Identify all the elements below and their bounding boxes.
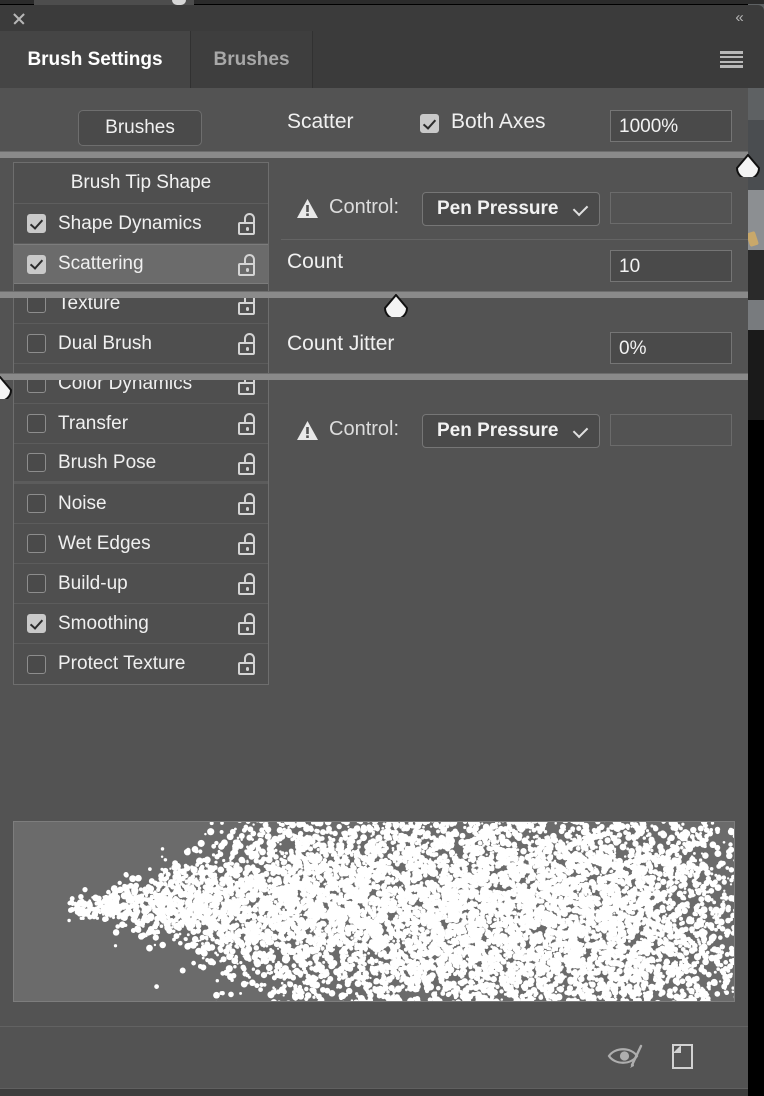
eye-brush-icon[interactable]	[607, 1043, 649, 1071]
checkbox-scattering[interactable]	[27, 254, 46, 274]
option-label: Brush Pose	[58, 451, 157, 473]
unlocked-icon[interactable]	[238, 453, 256, 475]
panel-footer	[0, 1026, 748, 1089]
option-label: Smoothing	[58, 612, 149, 634]
option-row-build-up[interactable]: Build-up	[14, 564, 268, 604]
checkbox-both-axes[interactable]	[420, 114, 439, 133]
chevron-down-icon	[572, 422, 589, 439]
panel-title-bar: «	[0, 5, 764, 31]
checkbox-protect-texture[interactable]	[27, 654, 46, 674]
checkbox-wet-edges[interactable]	[27, 534, 46, 553]
brushes-button[interactable]: Brushes	[78, 110, 202, 146]
count-jitter-slider-thumb[interactable]	[0, 376, 13, 399]
warning-icon	[296, 420, 319, 441]
scatter-control-dropdown[interactable]: Pen Pressure	[422, 192, 600, 226]
count-setting-row: Count 10	[287, 250, 732, 284]
unlocked-icon[interactable]	[238, 254, 256, 276]
control-label: Control:	[329, 418, 400, 440]
unlocked-icon[interactable]	[238, 413, 256, 435]
option-label: Wet Edges	[58, 532, 151, 554]
scatter-setting-row: Scatter Both Axes 1000%	[287, 110, 732, 144]
option-row-transfer[interactable]: Transfer	[14, 404, 268, 444]
scatter-control-value: Pen Pressure	[437, 198, 559, 219]
unlocked-icon[interactable]	[238, 493, 256, 515]
scatter-label: Scatter	[287, 110, 354, 133]
hamburger-menu-icon[interactable]	[720, 51, 743, 68]
count-jitter-control-dropdown[interactable]: Pen Pressure	[422, 414, 600, 448]
unlocked-icon[interactable]	[238, 213, 256, 235]
count-jitter-value-input[interactable]: 0%	[610, 332, 732, 364]
option-row-protect-texture[interactable]: Protect Texture	[14, 644, 268, 684]
checkbox-transfer[interactable]	[27, 414, 46, 433]
option-row-scattering[interactable]: Scattering	[14, 244, 268, 284]
option-row-wet-edges[interactable]: Wet Edges	[14, 524, 268, 564]
both-axes-label: Both Axes	[451, 110, 546, 133]
unlocked-icon[interactable]	[238, 573, 256, 595]
option-label: Dual Brush	[58, 332, 152, 354]
tab-brushes[interactable]: Brushes	[191, 31, 313, 88]
brush-stroke-preview	[13, 821, 735, 1002]
tab-brush-settings[interactable]: Brush Settings	[0, 31, 191, 88]
count-slider-thumb[interactable]	[383, 294, 409, 317]
scatter-slider[interactable]	[0, 151, 760, 177]
count-value-input[interactable]: 10	[610, 250, 732, 282]
scatter-control-value-box[interactable]	[610, 192, 732, 224]
scatter-control-row: Control: Pen Pressure	[287, 192, 732, 226]
count-jitter-control-value-box[interactable]	[610, 414, 732, 446]
section-divider	[281, 239, 748, 240]
count-label: Count	[287, 250, 344, 273]
unlocked-icon[interactable]	[238, 613, 256, 635]
unlocked-icon[interactable]	[238, 533, 256, 555]
option-row-shape-dynamics[interactable]: Shape Dynamics	[14, 204, 268, 244]
close-icon[interactable]	[9, 9, 28, 28]
count-jitter-control-row: Control: Pen Pressure	[287, 414, 732, 448]
brush-options-list: Brush Tip Shape Shape Dynamics Scatterin…	[13, 162, 269, 685]
count-jitter-control-value: Pen Pressure	[437, 420, 559, 441]
app-chrome-top	[0, 0, 764, 5]
checkbox-noise[interactable]	[27, 494, 46, 513]
panel-tab-strip: Brush Settings Brushes	[0, 31, 764, 88]
option-row-brush-pose[interactable]: Brush Pose	[14, 444, 268, 484]
option-row-smoothing[interactable]: Smoothing	[14, 604, 268, 644]
checkbox-shape-dynamics[interactable]	[27, 214, 46, 233]
warning-icon	[296, 198, 319, 219]
count-jitter-slider[interactable]	[0, 373, 748, 399]
unlocked-icon[interactable]	[238, 333, 256, 355]
option-label: Protect Texture	[58, 653, 186, 674]
count-slider[interactable]	[0, 291, 748, 317]
photoshop-brush-settings-panel: « Brush Settings Brushes Brushes Brush T…	[0, 0, 764, 1096]
scatter-slider-thumb[interactable]	[735, 154, 761, 177]
control-label: Control:	[329, 196, 400, 218]
new-brush-icon[interactable]	[670, 1043, 696, 1071]
scatter-slider-track	[0, 151, 748, 158]
option-row-dual-brush[interactable]: Dual Brush	[14, 324, 268, 364]
tab-strip-filler	[313, 31, 764, 88]
option-label: Build-up	[58, 572, 128, 594]
checkbox-dual-brush[interactable]	[27, 334, 46, 353]
collapse-panel-icon[interactable]: «	[728, 9, 750, 27]
count-jitter-label: Count Jitter	[287, 332, 395, 355]
chevron-down-icon	[572, 200, 589, 217]
count-jitter-slider-track	[0, 373, 748, 380]
option-row-noise[interactable]: Noise	[14, 484, 268, 524]
panel-bottom-edge	[0, 1088, 748, 1096]
option-label: Noise	[58, 492, 107, 514]
checkbox-brush-pose[interactable]	[27, 453, 46, 472]
unlocked-icon[interactable]	[238, 653, 256, 675]
checkbox-build-up[interactable]	[27, 574, 46, 593]
scatter-value-input[interactable]: 1000%	[610, 110, 732, 142]
count-jitter-setting-row: Count Jitter 0%	[287, 332, 732, 366]
checkbox-smoothing[interactable]	[27, 614, 46, 633]
option-label: Scattering	[58, 253, 144, 274]
option-label: Transfer	[58, 412, 129, 434]
option-label: Shape Dynamics	[58, 212, 202, 234]
panel-body: Brushes Brush Tip Shape Shape Dynamics S…	[0, 88, 760, 1096]
count-slider-track	[0, 291, 748, 298]
